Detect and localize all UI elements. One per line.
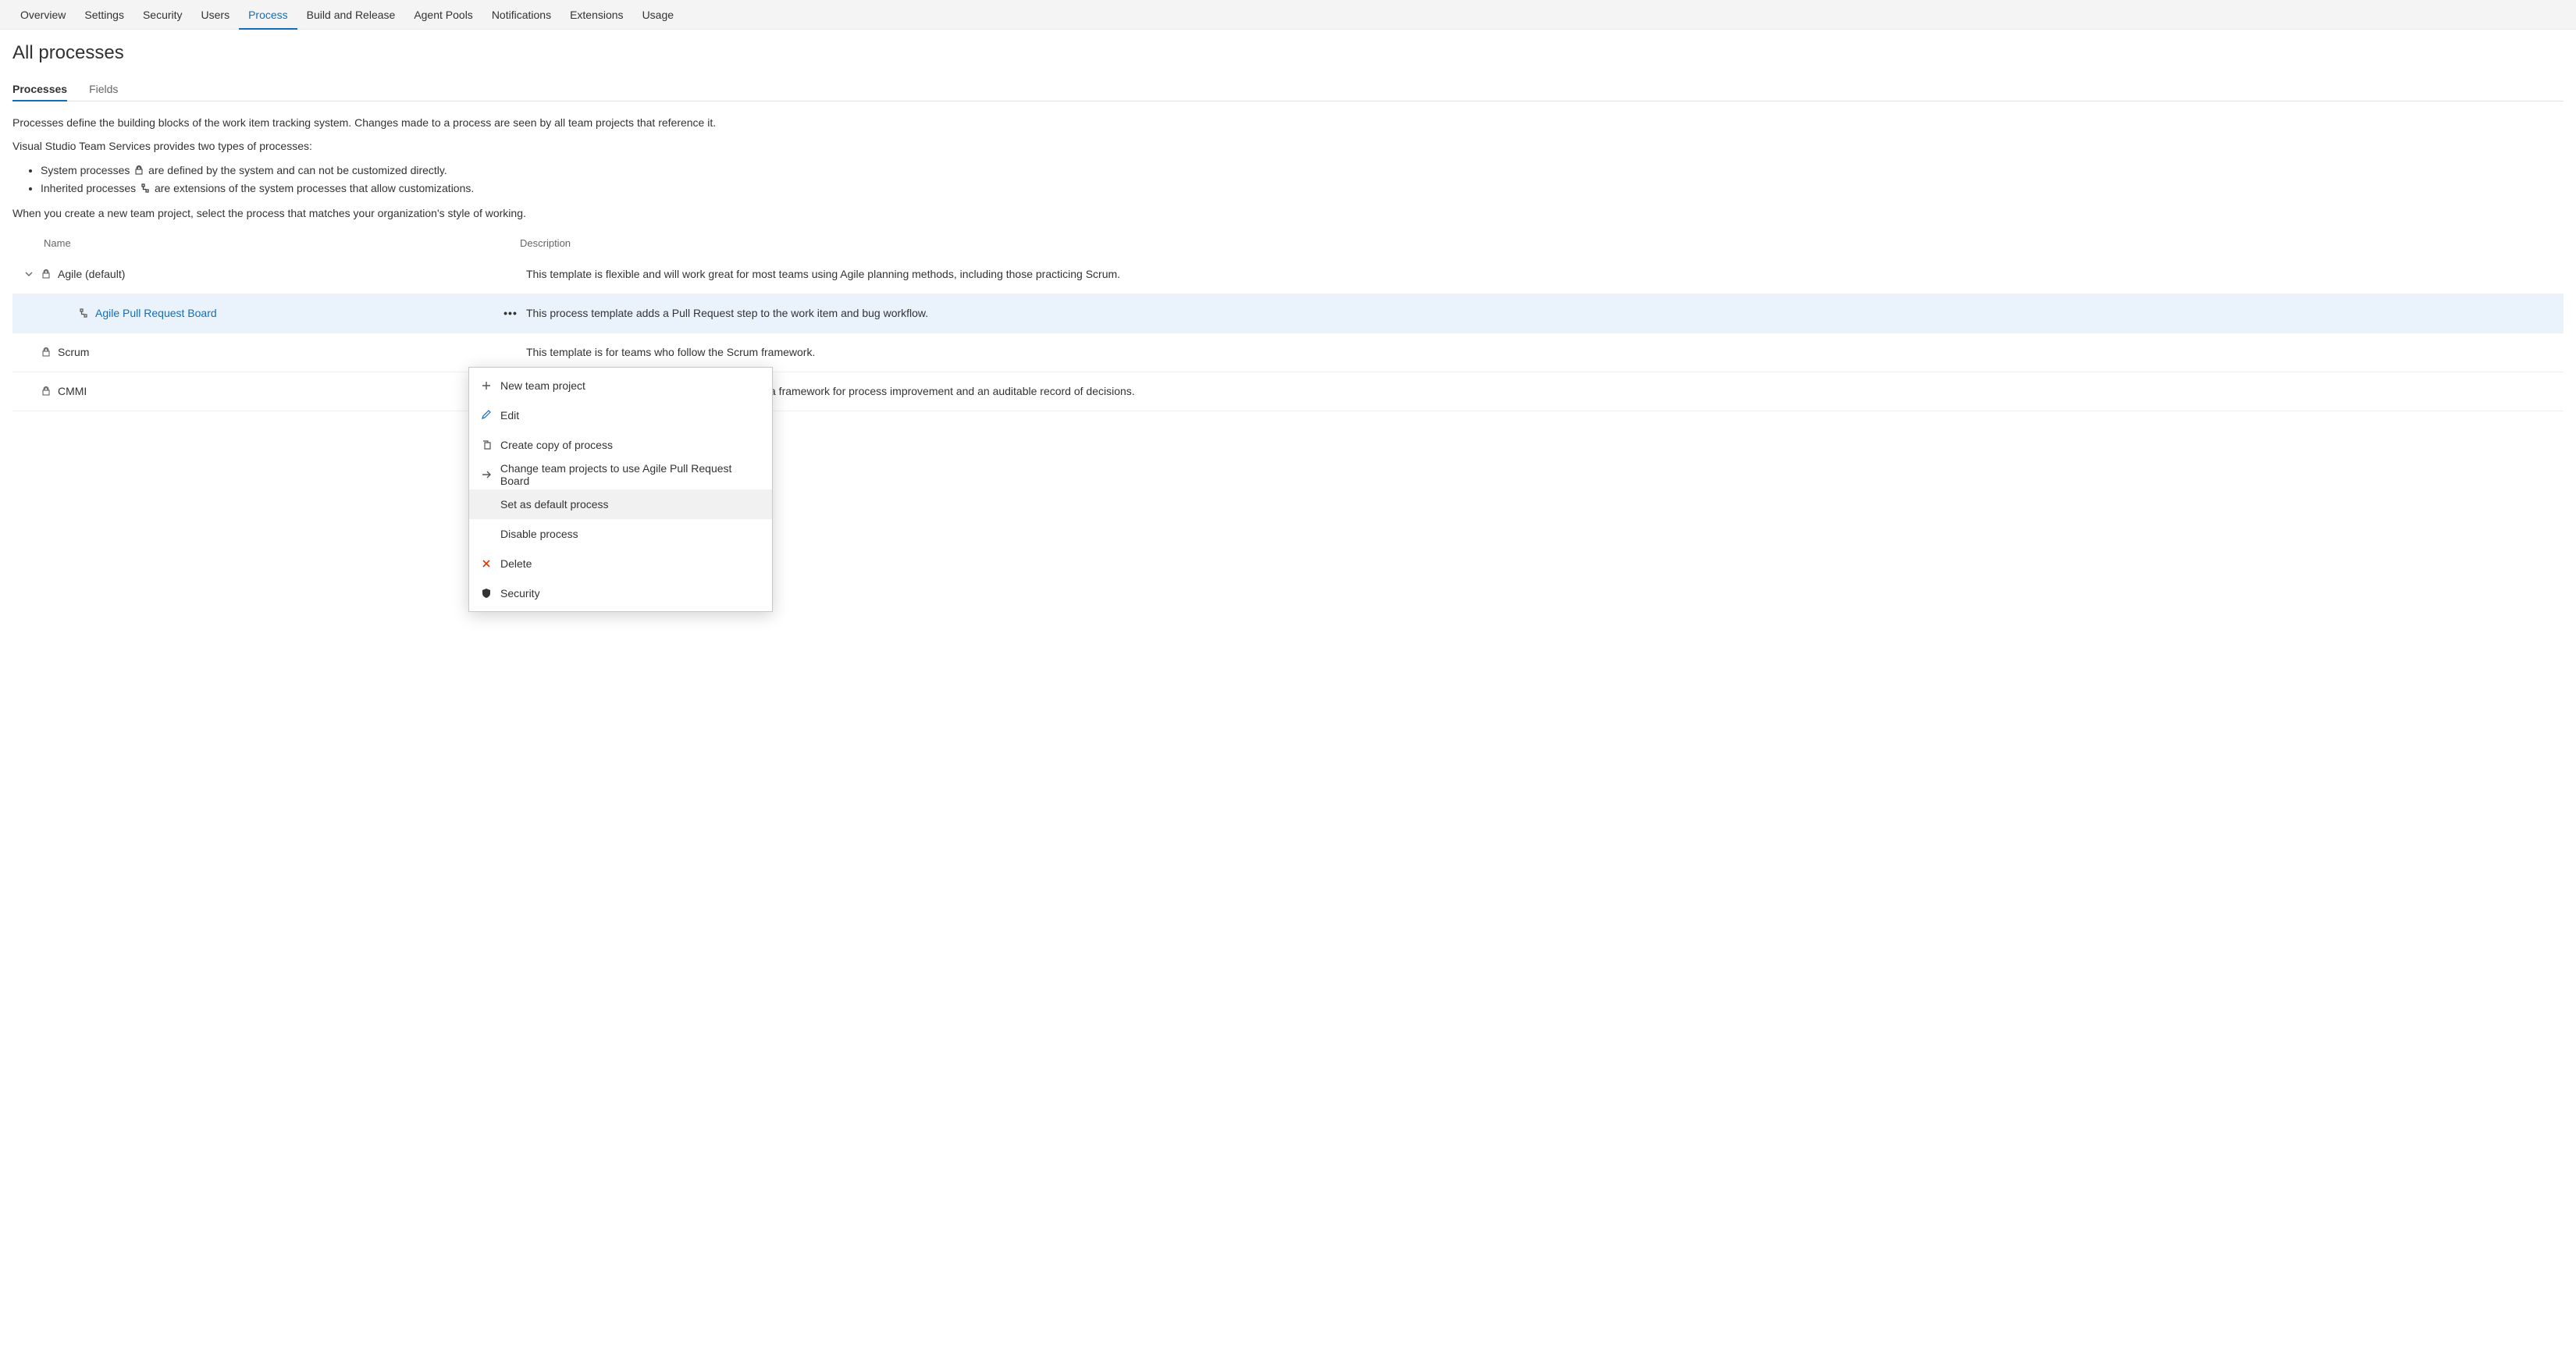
table-row[interactable]: Agile (default) This template is flexibl…	[12, 255, 2564, 294]
intro-bullet-inherited: Inherited processes are extensions of th…	[41, 180, 2564, 197]
menu-delete[interactable]: Delete	[469, 549, 772, 578]
table-row[interactable]: Agile Pull Request Board ••• This proces…	[12, 294, 2564, 333]
nav-overview[interactable]: Overview	[11, 0, 75, 30]
intro-bullet-system: System processes are defined by the syst…	[41, 162, 2564, 179]
inherit-icon	[140, 183, 151, 194]
shield-icon	[479, 588, 494, 599]
nav-agent-pools[interactable]: Agent Pools	[404, 0, 482, 30]
context-menu: New team project Edit Create copy of pro…	[468, 367, 773, 612]
page-title: All processes	[12, 42, 2564, 64]
nav-usage[interactable]: Usage	[633, 0, 683, 30]
nav-notifications[interactable]: Notifications	[482, 0, 560, 30]
tab-processes[interactable]: Processes	[12, 78, 67, 101]
pencil-icon	[479, 410, 494, 421]
col-header-name[interactable]: Name	[44, 237, 512, 249]
arrow-right-icon	[479, 469, 494, 480]
sub-tabs: Processes Fields	[12, 78, 2564, 101]
process-description: This template is for more formal project…	[526, 385, 2554, 397]
menu-edit[interactable]: Edit	[469, 400, 772, 430]
lock-icon	[133, 165, 144, 176]
nav-settings[interactable]: Settings	[75, 0, 133, 30]
process-table: Name Description Agile (default) This te…	[12, 231, 2564, 411]
menu-change-team-projects[interactable]: Change team projects to use Agile Pull R…	[469, 460, 772, 489]
more-actions-button[interactable]: •••	[495, 307, 526, 319]
intro-para-3: When you create a new team project, sele…	[12, 206, 2564, 222]
menu-disable-process[interactable]: Disable process	[469, 519, 772, 549]
tab-fields[interactable]: Fields	[89, 78, 118, 101]
menu-new-team-project[interactable]: New team project	[469, 371, 772, 400]
lock-icon	[41, 269, 58, 279]
nav-build-and-release[interactable]: Build and Release	[297, 0, 405, 30]
plus-icon	[479, 380, 494, 391]
table-row[interactable]: Scrum This template is for teams who fol…	[12, 333, 2564, 372]
copy-icon	[479, 439, 494, 450]
menu-security[interactable]: Security	[469, 578, 772, 608]
intro-para-2: Visual Studio Team Services provides two…	[12, 139, 2564, 155]
nav-security[interactable]: Security	[133, 0, 192, 30]
top-nav: Overview Settings Security Users Process…	[0, 0, 2576, 30]
menu-set-default[interactable]: Set as default process	[469, 489, 772, 519]
table-row[interactable]: CMMI This template is for more formal pr…	[12, 372, 2564, 411]
menu-create-copy[interactable]: Create copy of process	[469, 430, 772, 460]
process-description: This process template adds a Pull Reques…	[526, 307, 2554, 319]
inherit-icon	[41, 308, 95, 318]
nav-extensions[interactable]: Extensions	[560, 0, 632, 30]
col-header-description[interactable]: Description	[512, 237, 2564, 249]
process-name[interactable]: CMMI	[58, 385, 495, 397]
process-description: This template is flexible and will work …	[526, 268, 2554, 280]
lock-icon	[41, 347, 58, 358]
process-name[interactable]: Agile Pull Request Board	[95, 307, 495, 319]
intro-para-1: Processes define the building blocks of …	[12, 116, 2564, 131]
nav-process[interactable]: Process	[239, 0, 297, 30]
chevron-down-icon[interactable]	[23, 269, 41, 279]
process-name[interactable]: Scrum	[58, 346, 495, 358]
table-header: Name Description	[12, 231, 2564, 255]
lock-icon	[41, 386, 58, 397]
intro-text: Processes define the building blocks of …	[12, 116, 2564, 222]
process-description: This template is for teams who follow th…	[526, 346, 2554, 358]
close-icon	[479, 558, 494, 569]
nav-users[interactable]: Users	[192, 0, 240, 30]
process-name[interactable]: Agile (default)	[58, 268, 495, 280]
